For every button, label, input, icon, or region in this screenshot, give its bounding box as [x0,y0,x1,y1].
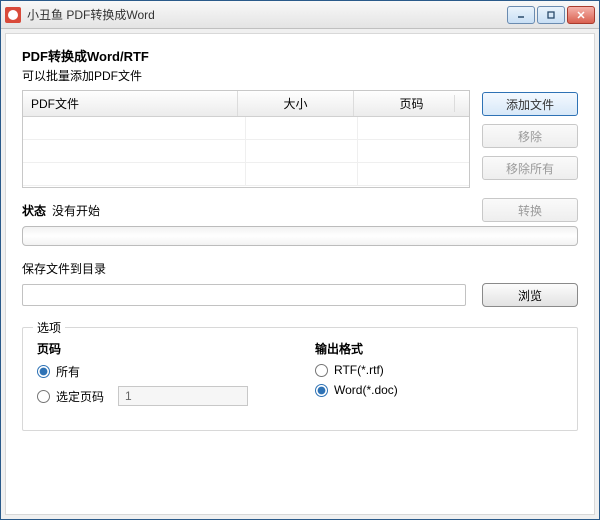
save-dir-label: 保存文件到目录 [22,260,578,277]
section-subtitle: 可以批量添加PDF文件 [22,67,578,84]
radio-rtf[interactable]: RTF(*.rtf) [315,363,563,377]
table-body [23,117,469,187]
radio-all-pages[interactable]: 所有 [37,363,285,380]
table-row[interactable] [23,140,469,163]
radio-rtf-label: RTF(*.rtf) [334,363,384,377]
file-table: PDF文件 大小 页码 [22,90,470,188]
pages-heading: 页码 [37,340,285,357]
radio-all-pages-label: 所有 [56,363,80,380]
selected-pages-input[interactable] [118,386,248,406]
section-title: PDF转换成Word/RTF [22,46,578,65]
close-button[interactable] [567,6,595,24]
col-pdf-file[interactable]: PDF文件 [23,91,238,116]
save-dir-input[interactable] [22,284,466,306]
status-label: 状态 [22,202,46,219]
table-header: PDF文件 大小 页码 [23,91,469,117]
radio-word[interactable]: Word(*.doc) [315,383,563,397]
status-value: 没有开始 [52,202,100,219]
browse-button[interactable]: 浏览 [482,283,578,307]
radio-rtf-input[interactable] [315,364,328,377]
options-group: 选项 页码 所有 选定页码 输出格式 [22,327,578,431]
table-row[interactable] [23,117,469,140]
minimize-button[interactable] [507,6,535,24]
radio-all-pages-input[interactable] [37,365,50,378]
radio-selected-pages[interactable]: 选定页码 [37,386,285,406]
window-controls [507,6,595,24]
output-heading: 输出格式 [315,340,563,357]
radio-selected-pages-input[interactable] [37,390,50,403]
remove-button[interactable]: 移除 [482,124,578,148]
progress-bar [22,226,578,246]
client-area: PDF转换成Word/RTF 可以批量添加PDF文件 PDF文件 大小 页码 [5,33,595,515]
add-file-button[interactable]: 添加文件 [482,92,578,116]
radio-word-input[interactable] [315,384,328,397]
options-legend: 选项 [33,319,65,336]
radio-word-label: Word(*.doc) [334,383,398,397]
col-size[interactable]: 大小 [238,91,354,116]
table-row[interactable] [23,163,469,186]
titlebar: 小丑鱼 PDF转换成Word [1,1,599,29]
radio-selected-pages-label: 选定页码 [56,388,104,405]
convert-button[interactable]: 转换 [482,198,578,222]
window-title: 小丑鱼 PDF转换成Word [27,6,507,23]
app-icon [5,7,21,23]
app-window: 小丑鱼 PDF转换成Word PDF转换成Word/RTF 可以批量添加PDF文… [0,0,600,520]
col-pages[interactable]: 页码 [354,91,469,116]
remove-all-button[interactable]: 移除所有 [482,156,578,180]
maximize-button[interactable] [537,6,565,24]
